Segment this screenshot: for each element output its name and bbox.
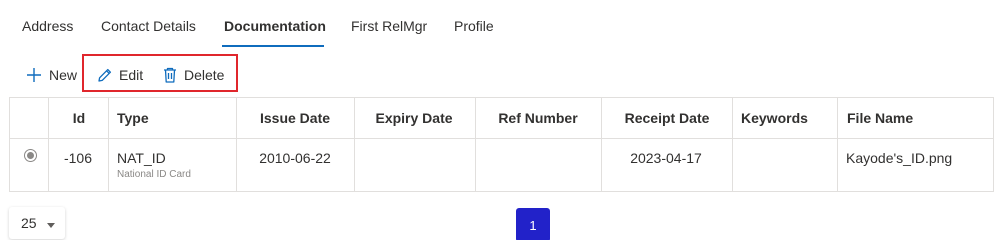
column-divider: [732, 98, 733, 191]
tab-bar: Address Contact Details Documentation Fi…: [0, 0, 1001, 50]
column-header-id[interactable]: Id: [73, 110, 85, 126]
cell-type: NAT_ID: [117, 150, 166, 166]
column-header-ref-number[interactable]: Ref Number: [498, 110, 577, 126]
column-divider: [601, 98, 602, 191]
column-divider: [48, 98, 49, 191]
plus-icon: [25, 66, 43, 84]
column-header-issue-date[interactable]: Issue Date: [260, 110, 330, 126]
caret-down-icon: [46, 215, 55, 231]
new-button-label: New: [49, 67, 78, 83]
tab-contact-details[interactable]: Contact Details: [101, 18, 196, 34]
page-size-dropdown[interactable]: 25: [9, 207, 65, 239]
page-size-value: 25: [21, 215, 37, 231]
cell-issue-date: 2010-06-22: [259, 150, 331, 166]
column-header-file-name[interactable]: File Name: [847, 110, 913, 126]
page-button-current[interactable]: 1: [516, 208, 550, 240]
documents-table: Id Type Issue Date Expiry Date Ref Numbe…: [9, 97, 994, 192]
column-header-type[interactable]: Type: [117, 110, 149, 126]
active-tab-indicator: [222, 45, 324, 47]
cell-file-name[interactable]: Kayode's_ID.png: [846, 150, 952, 166]
tab-first-relmgr[interactable]: First RelMgr: [351, 18, 427, 34]
cell-type-description: National ID Card: [117, 169, 191, 180]
cell-id: -106: [63, 150, 93, 166]
column-divider: [354, 98, 355, 191]
column-header-expiry-date[interactable]: Expiry Date: [375, 110, 452, 126]
highlight-box: [82, 54, 238, 92]
tab-documentation[interactable]: Documentation: [224, 18, 326, 34]
column-divider: [108, 98, 109, 191]
new-button[interactable]: New: [25, 61, 77, 89]
column-divider: [475, 98, 476, 191]
tab-address[interactable]: Address: [22, 18, 73, 34]
header-divider: [10, 138, 993, 139]
cell-receipt-date: 2023-04-17: [630, 150, 702, 166]
column-header-receipt-date[interactable]: Receipt Date: [625, 110, 710, 126]
row-select-radio[interactable]: [24, 149, 37, 162]
column-divider: [837, 98, 838, 191]
tab-profile[interactable]: Profile: [454, 18, 494, 34]
column-divider: [236, 98, 237, 191]
column-header-keywords[interactable]: Keywords: [741, 110, 808, 126]
